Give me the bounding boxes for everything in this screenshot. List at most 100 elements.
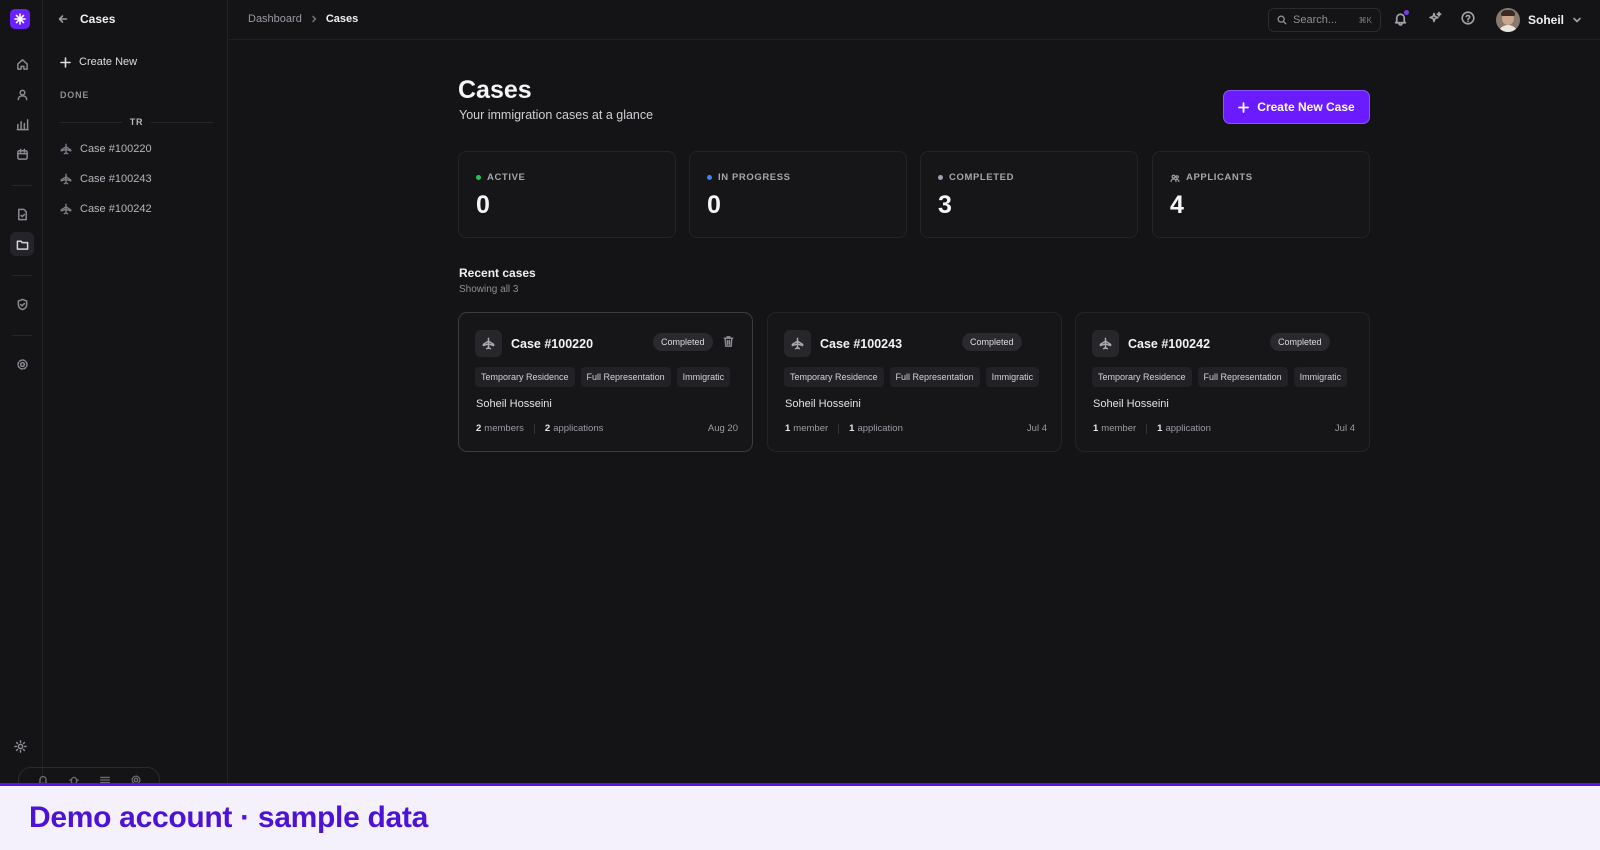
plane-icon: [475, 330, 502, 357]
stat-card-in-progress: IN PROGRESS 0: [689, 151, 907, 238]
case-owner: Soheil Hosseini: [1093, 398, 1169, 410]
rail-divider: [12, 335, 32, 336]
breadcrumb-cases: Cases: [325, 13, 359, 25]
search-shortcut: ⌘K: [1358, 15, 1372, 25]
plane-icon: [60, 173, 72, 185]
case-meta: 2 members 2 applications Aug 20: [476, 423, 738, 434]
case-card-100242[interactable]: Case #100242 Completed Temporary Residen…: [1075, 312, 1370, 452]
tag: Temporary Residence: [475, 367, 575, 387]
recent-cases-count: Showing all 3: [459, 284, 519, 295]
plus-icon: [1238, 101, 1250, 113]
members-label: member: [793, 423, 829, 434]
settings-icon[interactable]: [10, 352, 34, 376]
document-icon[interactable]: [10, 202, 34, 226]
user-menu[interactable]: Soheil: [1496, 8, 1582, 32]
applications-label: application: [857, 423, 903, 434]
sidebar-item-label: Case #100243: [80, 173, 152, 185]
case-tags: Temporary Residence Full Representation …: [1092, 367, 1354, 387]
sidebar-item-case-100243[interactable]: Case #100243: [60, 173, 152, 185]
top-bar: Dashboard Cases Search... ⌘K Soheil: [228, 0, 1600, 40]
breadcrumb: Dashboard Cases: [248, 13, 358, 25]
case-tags: Temporary Residence Full Representation …: [475, 367, 737, 387]
section-label-done: DONE: [60, 90, 90, 100]
case-card-100220[interactable]: Case #100220 Completed Temporary Residen…: [458, 312, 753, 452]
chart-icon[interactable]: [10, 112, 34, 136]
sparkle-icon[interactable]: [1428, 11, 1442, 25]
case-date: Jul 4: [1334, 423, 1355, 434]
case-tags: Temporary Residence Full Representation …: [784, 367, 1046, 387]
status-badge: Completed: [1270, 333, 1330, 351]
status-dot: [476, 175, 481, 180]
rail-divider: [12, 275, 32, 276]
case-owner: Soheil Hosseini: [785, 398, 861, 410]
stat-value: 0: [476, 191, 490, 219]
stat-value: 3: [938, 191, 952, 219]
user-name: Soheil: [1528, 13, 1565, 27]
create-new-case-label: Create New Case: [1257, 100, 1355, 114]
applications-count: 1: [1157, 423, 1163, 434]
create-new-label: Create New: [79, 56, 138, 68]
applications-label: application: [1165, 423, 1211, 434]
stat-card-applicants: APPLICANTS 4: [1152, 151, 1370, 238]
plane-icon: [60, 203, 72, 215]
chevron-down-icon: [1572, 15, 1582, 25]
sidebar-item-case-100220[interactable]: Case #100220: [60, 143, 152, 155]
sidebar-item-case-100242[interactable]: Case #100242: [60, 203, 152, 215]
stat-card-completed: COMPLETED 3: [920, 151, 1138, 238]
stat-value: 0: [707, 191, 721, 219]
avatar: [1496, 8, 1520, 32]
home-icon[interactable]: [10, 52, 34, 76]
search-placeholder: Search...: [1293, 14, 1338, 26]
bottom-tools: [0, 740, 160, 793]
theme-toggle-icon[interactable]: [14, 740, 27, 753]
case-date: Jul 4: [1026, 423, 1047, 434]
page-title: Cases: [458, 76, 532, 104]
help-icon[interactable]: [1461, 11, 1475, 25]
plus-icon: [60, 56, 71, 68]
stat-label: COMPLETED: [949, 172, 1015, 183]
tag: Temporary Residence: [1092, 367, 1192, 387]
plane-icon: [784, 330, 811, 357]
create-new-button[interactable]: Create New: [60, 56, 137, 68]
case-owner: Soheil Hosseini: [476, 398, 552, 410]
members-label: member: [1101, 423, 1137, 434]
case-meta: 1 member 1 application Jul 4: [1093, 423, 1355, 434]
case-date: Aug 20: [707, 423, 738, 434]
sidebar-title: Cases: [80, 12, 116, 26]
rail-divider: [12, 185, 32, 186]
sidebar-header: Cases: [58, 12, 115, 26]
calendar-icon[interactable]: [10, 142, 34, 166]
notification-bell-icon[interactable]: [1393, 10, 1409, 26]
breadcrumb-dashboard[interactable]: Dashboard: [248, 13, 302, 25]
users-icon: [1170, 173, 1180, 183]
user-icon[interactable]: [10, 82, 34, 106]
case-id: Case #100243: [820, 337, 903, 351]
applications-label: applications: [553, 423, 604, 434]
back-arrow-icon[interactable]: [58, 14, 68, 24]
plane-icon: [1092, 330, 1119, 357]
stat-value: 4: [1170, 191, 1184, 219]
members-count: 2: [476, 423, 482, 434]
tag: Temporary Residence: [784, 367, 884, 387]
trash-icon[interactable]: [722, 335, 735, 348]
case-id: Case #100220: [511, 337, 594, 351]
demo-banner: Demo account · sample data: [0, 783, 1600, 850]
chevron-right-icon: [310, 15, 318, 23]
app-logo-icon[interactable]: [10, 9, 30, 29]
cases-sidebar: Cases Create New DONE TR Case #100220 Ca…: [43, 0, 228, 783]
folder-icon[interactable]: [10, 232, 34, 256]
demo-banner-text: Demo account · sample data: [29, 801, 428, 834]
case-meta: 1 member 1 application Jul 4: [785, 423, 1047, 434]
recent-cases-title: Recent cases: [459, 266, 536, 280]
plane-icon: [60, 143, 72, 155]
status-dot: [707, 175, 712, 180]
case-card-100243[interactable]: Case #100243 Completed Temporary Residen…: [767, 312, 1062, 452]
search-input[interactable]: Search... ⌘K: [1268, 8, 1381, 32]
tag: Full Representation: [580, 367, 671, 387]
tag: Immigratic: [985, 367, 1040, 387]
shield-icon[interactable]: [10, 292, 34, 316]
stat-label: ACTIVE: [487, 172, 526, 183]
tag: Full Representation: [889, 367, 980, 387]
create-new-case-button[interactable]: Create New Case: [1223, 90, 1370, 124]
stat-card-active: ACTIVE 0: [458, 151, 676, 238]
